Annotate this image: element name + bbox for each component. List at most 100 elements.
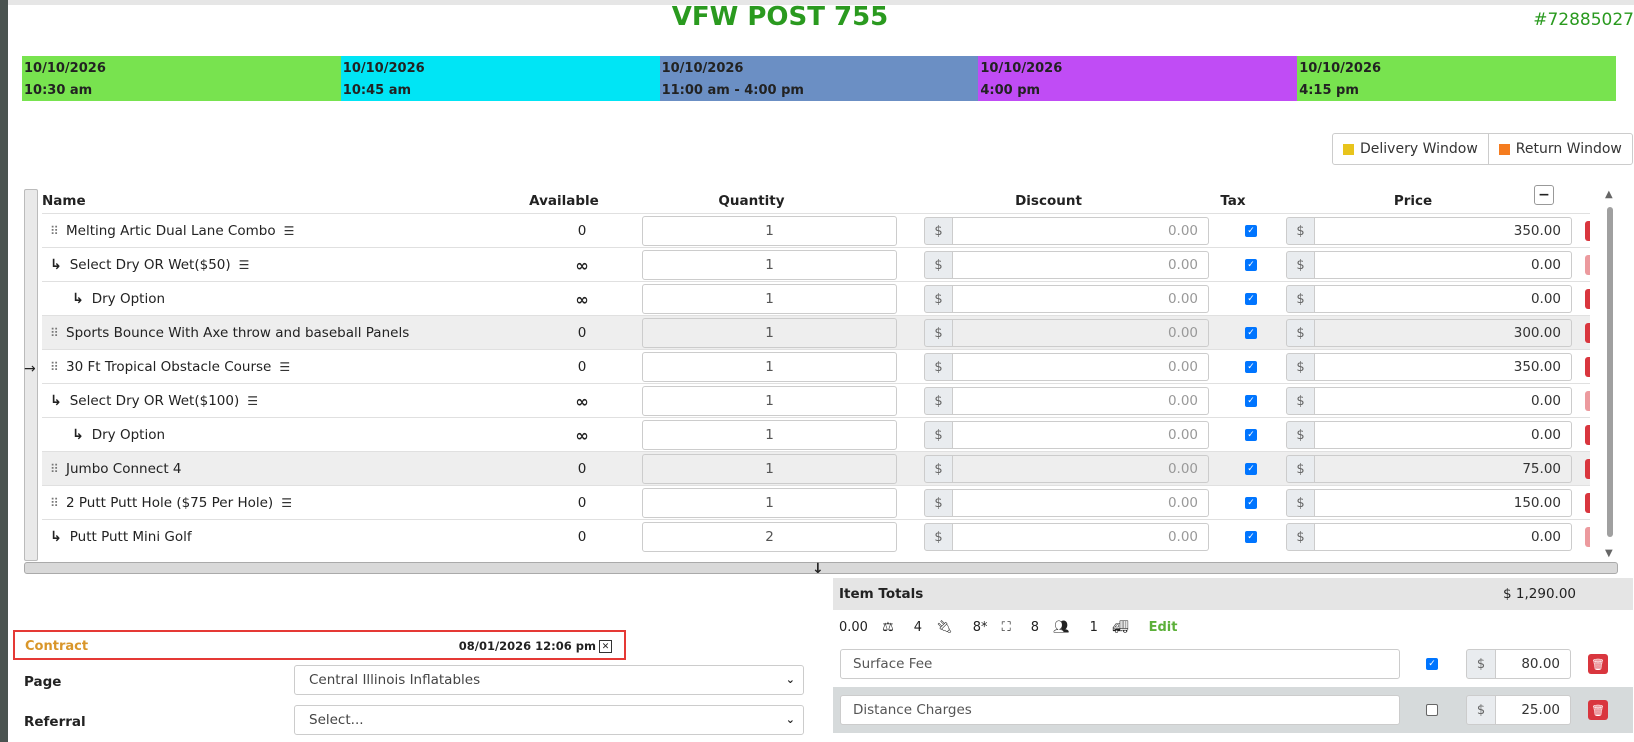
price-input[interactable]: 75.00 [1315,455,1572,483]
timeline-segment[interactable]: 10/10/2026 10:45 am [340,56,660,101]
drag-handle-icon[interactable]: ⠿ [50,462,59,476]
discount-input[interactable]: 0.00 [953,523,1209,551]
item-name[interactable]: 30 Ft Tropical Obstacle Course [66,359,271,375]
price-currency: $ [1286,285,1315,313]
price-input[interactable]: 0.00 [1315,387,1572,415]
discount-input[interactable]: 0.00 [953,489,1209,517]
referral-select-value: Select... [309,712,364,728]
discount-input[interactable]: 0.00 [953,455,1209,483]
trash-icon[interactable]: 🗑︎ [1585,493,1590,513]
discount-input[interactable]: 0.00 [953,353,1209,381]
trash-icon[interactable]: 🗑︎ [1585,323,1590,343]
col-header-name: Name [42,193,86,209]
drag-handle-icon[interactable]: ⠿ [50,360,59,374]
item-name[interactable]: Select Dry OR Wet($50) [70,257,231,273]
price-input[interactable]: 150.00 [1315,489,1572,517]
fee-tax-checkbox[interactable]: ✓ [1426,658,1438,670]
drag-handle-icon[interactable]: ⠿ [50,326,59,340]
tax-checkbox[interactable]: ✓ [1245,327,1257,339]
list-icon[interactable]: ☰ [239,258,250,272]
collapse-table-button[interactable]: − [1534,185,1554,205]
trash-icon[interactable]: 🗑︎ [1585,425,1590,445]
trash-icon[interactable]: 🗑︎ [1585,459,1590,479]
trash-icon[interactable]: 🗑︎ [1585,221,1590,241]
discount-input[interactable]: 0.00 [953,421,1209,449]
timeline-segment[interactable]: 10/10/2026 11:00 am - 4:00 pm [659,56,979,101]
discount-input[interactable]: 0.00 [953,387,1209,415]
discount-input[interactable]: 0.00 [953,217,1209,245]
drag-handle-icon[interactable]: ⠿ [50,496,59,510]
drag-handle-icon[interactable]: ⠿ [50,224,59,238]
item-name[interactable]: Melting Artic Dual Lane Combo [66,223,276,239]
discount-input[interactable]: 0.00 [953,319,1209,347]
item-name[interactable]: 2 Putt Putt Hole ($75 Per Hole) [66,495,273,511]
quantity-input[interactable]: 1 [642,250,897,280]
quantity-input[interactable]: 1 [642,386,897,416]
table-vertical-scrollbar[interactable]: ▲ ▼ [1605,189,1615,559]
edit-stats-link[interactable]: Edit [1149,620,1178,635]
price-currency: $ [1286,455,1315,483]
quantity-input[interactable]: 1 [642,454,897,484]
item-name[interactable]: Dry Option [92,427,165,443]
quantity-input[interactable]: 2 [642,522,897,552]
trash-icon[interactable]: 🗑︎ [1585,391,1590,411]
delivery-window-button[interactable]: Delivery Window [1333,134,1488,164]
fee-name-input[interactable]: Surface Fee [840,649,1400,679]
list-icon[interactable]: ☰ [284,224,295,238]
timeline-segment[interactable]: 10/10/2026 4:15 pm [1297,56,1616,101]
price-input[interactable]: 350.00 [1315,353,1572,381]
discount-input[interactable]: 0.00 [953,251,1209,279]
return-window-button[interactable]: Return Window [1487,134,1632,164]
tax-checkbox[interactable]: ✓ [1245,361,1257,373]
trash-icon[interactable]: 🗑︎ [1585,527,1590,547]
item-name[interactable]: Putt Putt Mini Golf [70,529,192,545]
price-input[interactable]: 0.00 [1315,421,1572,449]
tax-checkbox[interactable]: ✓ [1245,293,1257,305]
trash-icon[interactable]: 🗑︎ [1585,357,1590,377]
list-icon[interactable]: ☰ [247,394,258,408]
item-name[interactable]: Select Dry OR Wet($100) [70,393,240,409]
timeline-segment[interactable]: 10/10/2026 10:30 am [22,56,341,101]
quantity-input[interactable]: 1 [642,488,897,518]
price-input[interactable]: 350.00 [1315,217,1572,245]
quantity-input[interactable]: 1 [642,420,897,450]
tax-checkbox[interactable]: ✓ [1245,531,1257,543]
price-input[interactable]: 0.00 [1315,251,1572,279]
discount-input[interactable]: 0.00 [953,285,1209,313]
list-icon[interactable]: ☰ [281,496,292,510]
trash-icon[interactable]: 🗑︎ [1585,255,1590,275]
tax-checkbox[interactable]: ✓ [1245,259,1257,271]
fee-amount-input[interactable]: 25.00 [1496,695,1571,725]
tax-checkbox[interactable]: ✓ [1245,429,1257,441]
tax-checkbox[interactable]: ✓ [1245,395,1257,407]
timeline-segment[interactable]: 10/10/2026 4:00 pm [978,56,1298,101]
quantity-input[interactable]: 1 [642,284,897,314]
tax-checkbox[interactable]: ✓ [1245,497,1257,509]
price-input[interactable]: 300.00 [1315,319,1572,347]
item-name[interactable]: Sports Bounce With Axe throw and basebal… [66,325,409,341]
fee-name-input[interactable]: Distance Charges [840,695,1400,725]
page-select[interactable]: Central Illinois Inflatables ⌄ [294,665,804,695]
quantity-input[interactable]: 1 [642,352,897,382]
scroll-down-icon[interactable]: ▼ [1605,548,1613,559]
scroll-thumb[interactable] [1607,207,1613,537]
trash-icon[interactable]: 🗑︎ [1588,654,1608,674]
list-icon[interactable]: ☰ [279,360,290,374]
tax-checkbox[interactable]: ✓ [1245,225,1257,237]
price-input[interactable]: 0.00 [1315,523,1572,551]
quantity-input[interactable]: 1 [642,216,897,246]
trash-icon[interactable]: 🗑︎ [1588,700,1608,720]
item-name[interactable]: Dry Option [92,291,165,307]
table-row: ↳ Putt Putt Mini Golf 0 2 $0.00 ✓ $0.00 🗑︎ [42,519,1590,554]
trash-icon[interactable]: 🗑︎ [1585,289,1590,309]
scroll-up-icon[interactable]: ▲ [1605,189,1613,200]
close-contract-icon[interactable]: ✕ [599,640,612,653]
quantity-input[interactable]: 1 [642,318,897,348]
price-input[interactable]: 0.00 [1315,285,1572,313]
event-timeline: 10/10/2026 10:30 am 10/10/2026 10:45 am 10/1… [22,56,1616,101]
referral-select[interactable]: Select... ⌄ [294,705,804,735]
item-name[interactable]: Jumbo Connect 4 [66,461,182,477]
fee-amount-input[interactable]: 80.00 [1496,649,1571,679]
fee-tax-checkbox[interactable] [1426,704,1438,716]
tax-checkbox[interactable]: ✓ [1245,463,1257,475]
